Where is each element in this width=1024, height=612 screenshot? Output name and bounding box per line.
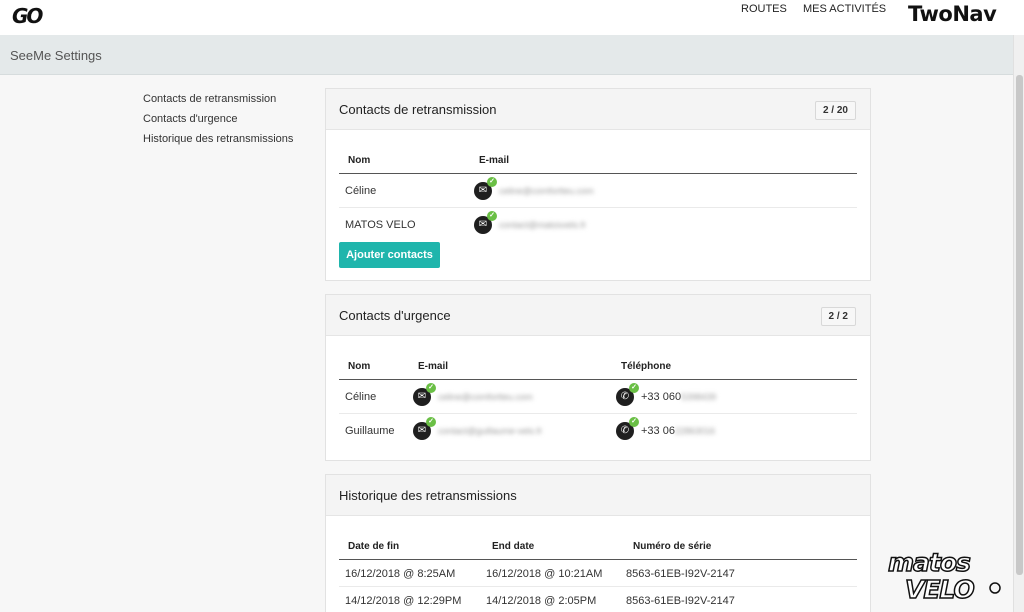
- settings-sidenav: Contacts de retransmission Contacts d'ur…: [143, 92, 293, 152]
- panel-title: Historique des retransmissions: [339, 488, 517, 503]
- column-header-serial: Numéro de série: [633, 541, 712, 552]
- svg-text:VELO: VELO: [905, 575, 974, 604]
- top-navbar: GO ROUTES MES ACTIVITÉS TwoNav: [0, 0, 1024, 35]
- contact-name: MATOS VELO: [345, 219, 416, 231]
- emergency-contacts-panel: Contacts d'urgence 2 / 2 Nom E-mail Télé…: [325, 294, 871, 461]
- go-logo[interactable]: GO: [12, 4, 43, 28]
- column-header-date-fin: Date de fin: [348, 541, 400, 552]
- sidenav-item-history[interactable]: Historique des retransmissions: [143, 132, 293, 152]
- contact-phone: +33 0605398439: [641, 391, 717, 403]
- column-header-end-date: End date: [492, 541, 535, 552]
- history-table: Date de fin End date Numéro de série 16/…: [339, 531, 857, 612]
- nav-activities-link[interactable]: MES ACTIVITÉS: [803, 3, 886, 15]
- emergency-table: Nom E-mail Téléphone Céline ✉ ✓ celine@co…: [339, 351, 857, 448]
- check-icon: ✓: [629, 417, 639, 427]
- add-contacts-button[interactable]: Ajouter contacts: [339, 242, 440, 268]
- column-header-name: Nom: [348, 155, 371, 166]
- panel-header: Contacts d'urgence 2 / 2: [326, 295, 870, 336]
- table-row: Céline ✉ ✓ celine@comfortteu.com: [339, 174, 857, 208]
- table-header: Date de fin End date Numéro de série: [339, 531, 857, 560]
- sidenav-item-retransmission[interactable]: Contacts de retransmission: [143, 92, 293, 112]
- history-end-date: 14/12/2018 @ 2:05PM: [486, 595, 597, 607]
- table-row: 16/12/2018 @ 8:25AM 16/12/2018 @ 10:21AM…: [339, 560, 857, 587]
- table-header: Nom E-mail: [339, 145, 857, 174]
- page-title: SeeMe Settings: [10, 48, 102, 63]
- twonav-brand-logo[interactable]: TwoNav: [908, 2, 997, 26]
- history-end-date: 16/12/2018 @ 10:21AM: [486, 568, 603, 580]
- contact-name: Céline: [345, 391, 377, 403]
- column-header-name: Nom: [348, 361, 371, 372]
- check-icon: ✓: [426, 417, 436, 427]
- check-icon: ✓: [426, 383, 436, 393]
- history-date-fin: 16/12/2018 @ 8:25AM: [345, 568, 456, 580]
- table-row: Céline ✉ ✓ celine@comfortteu.com ✆ ✓ +33 0…: [339, 380, 857, 414]
- contact-email: contact@guillaume-velo.fr: [438, 426, 543, 436]
- nav-routes-link[interactable]: ROUTES: [741, 3, 787, 15]
- table-row: MATOS VELO ✉ ✓ contact@matosvelo.fr: [339, 208, 857, 242]
- email-icon: ✉ ✓: [413, 383, 436, 406]
- check-icon: ✓: [487, 211, 497, 221]
- retransmission-contacts-panel: Contacts de retransmission 2 / 20 Nom E-…: [325, 88, 871, 281]
- check-icon: ✓: [487, 177, 497, 187]
- email-icon: ✉ ✓: [474, 211, 497, 234]
- contact-email: contact@matosvelo.fr: [499, 220, 587, 230]
- panel-title: Contacts de retransmission: [339, 102, 497, 117]
- panel-header: Historique des retransmissions: [326, 475, 870, 516]
- contacts-count-badge: 2 / 20: [814, 101, 856, 120]
- contact-name: Céline: [345, 185, 377, 197]
- panel-title: Contacts d'urgence: [339, 308, 451, 323]
- scrollbar[interactable]: [1013, 35, 1024, 612]
- check-icon: ✓: [629, 383, 639, 393]
- contact-name: Guillaume: [345, 425, 395, 437]
- settings-header: SeeMe Settings: [0, 35, 1013, 75]
- contacts-count-badge: 2 / 2: [820, 307, 856, 326]
- svg-text:matos: matos: [888, 548, 970, 577]
- retransmission-history-panel: Historique des retransmissions Date de f…: [325, 474, 871, 612]
- column-header-phone: Téléphone: [621, 361, 672, 372]
- contact-phone: +33 0622863016: [641, 425, 715, 437]
- email-icon: ✉ ✓: [413, 417, 436, 440]
- column-header-email: E-mail: [418, 361, 449, 372]
- contact-email: celine@comfortteu.com: [438, 392, 533, 402]
- phone-icon: ✆ ✓: [616, 383, 639, 406]
- history-serial: 8563-61EB-I92V-2147: [626, 568, 735, 580]
- scrollbar-thumb[interactable]: [1016, 75, 1023, 575]
- table-row: 14/12/2018 @ 12:29PM 14/12/2018 @ 2:05PM…: [339, 587, 857, 612]
- column-header-email: E-mail: [479, 155, 510, 166]
- retransmission-table: Nom E-mail Céline ✉ ✓ celine@comfortteu.c…: [339, 145, 857, 242]
- sidenav-item-emergency[interactable]: Contacts d'urgence: [143, 112, 293, 132]
- email-icon: ✉ ✓: [474, 177, 497, 200]
- phone-icon: ✆ ✓: [616, 417, 639, 440]
- matosvelo-watermark-logo: matos VELO: [887, 547, 1001, 604]
- history-serial: 8563-61EB-I92V-2147: [626, 595, 735, 607]
- history-date-fin: 14/12/2018 @ 12:29PM: [345, 595, 462, 607]
- contact-email: celine@comfortteu.com: [499, 186, 594, 196]
- table-header: Nom E-mail Téléphone: [339, 351, 857, 380]
- panel-header: Contacts de retransmission 2 / 20: [326, 89, 870, 130]
- table-row: Guillaume ✉ ✓ contact@guillaume-velo.fr ✆…: [339, 414, 857, 448]
